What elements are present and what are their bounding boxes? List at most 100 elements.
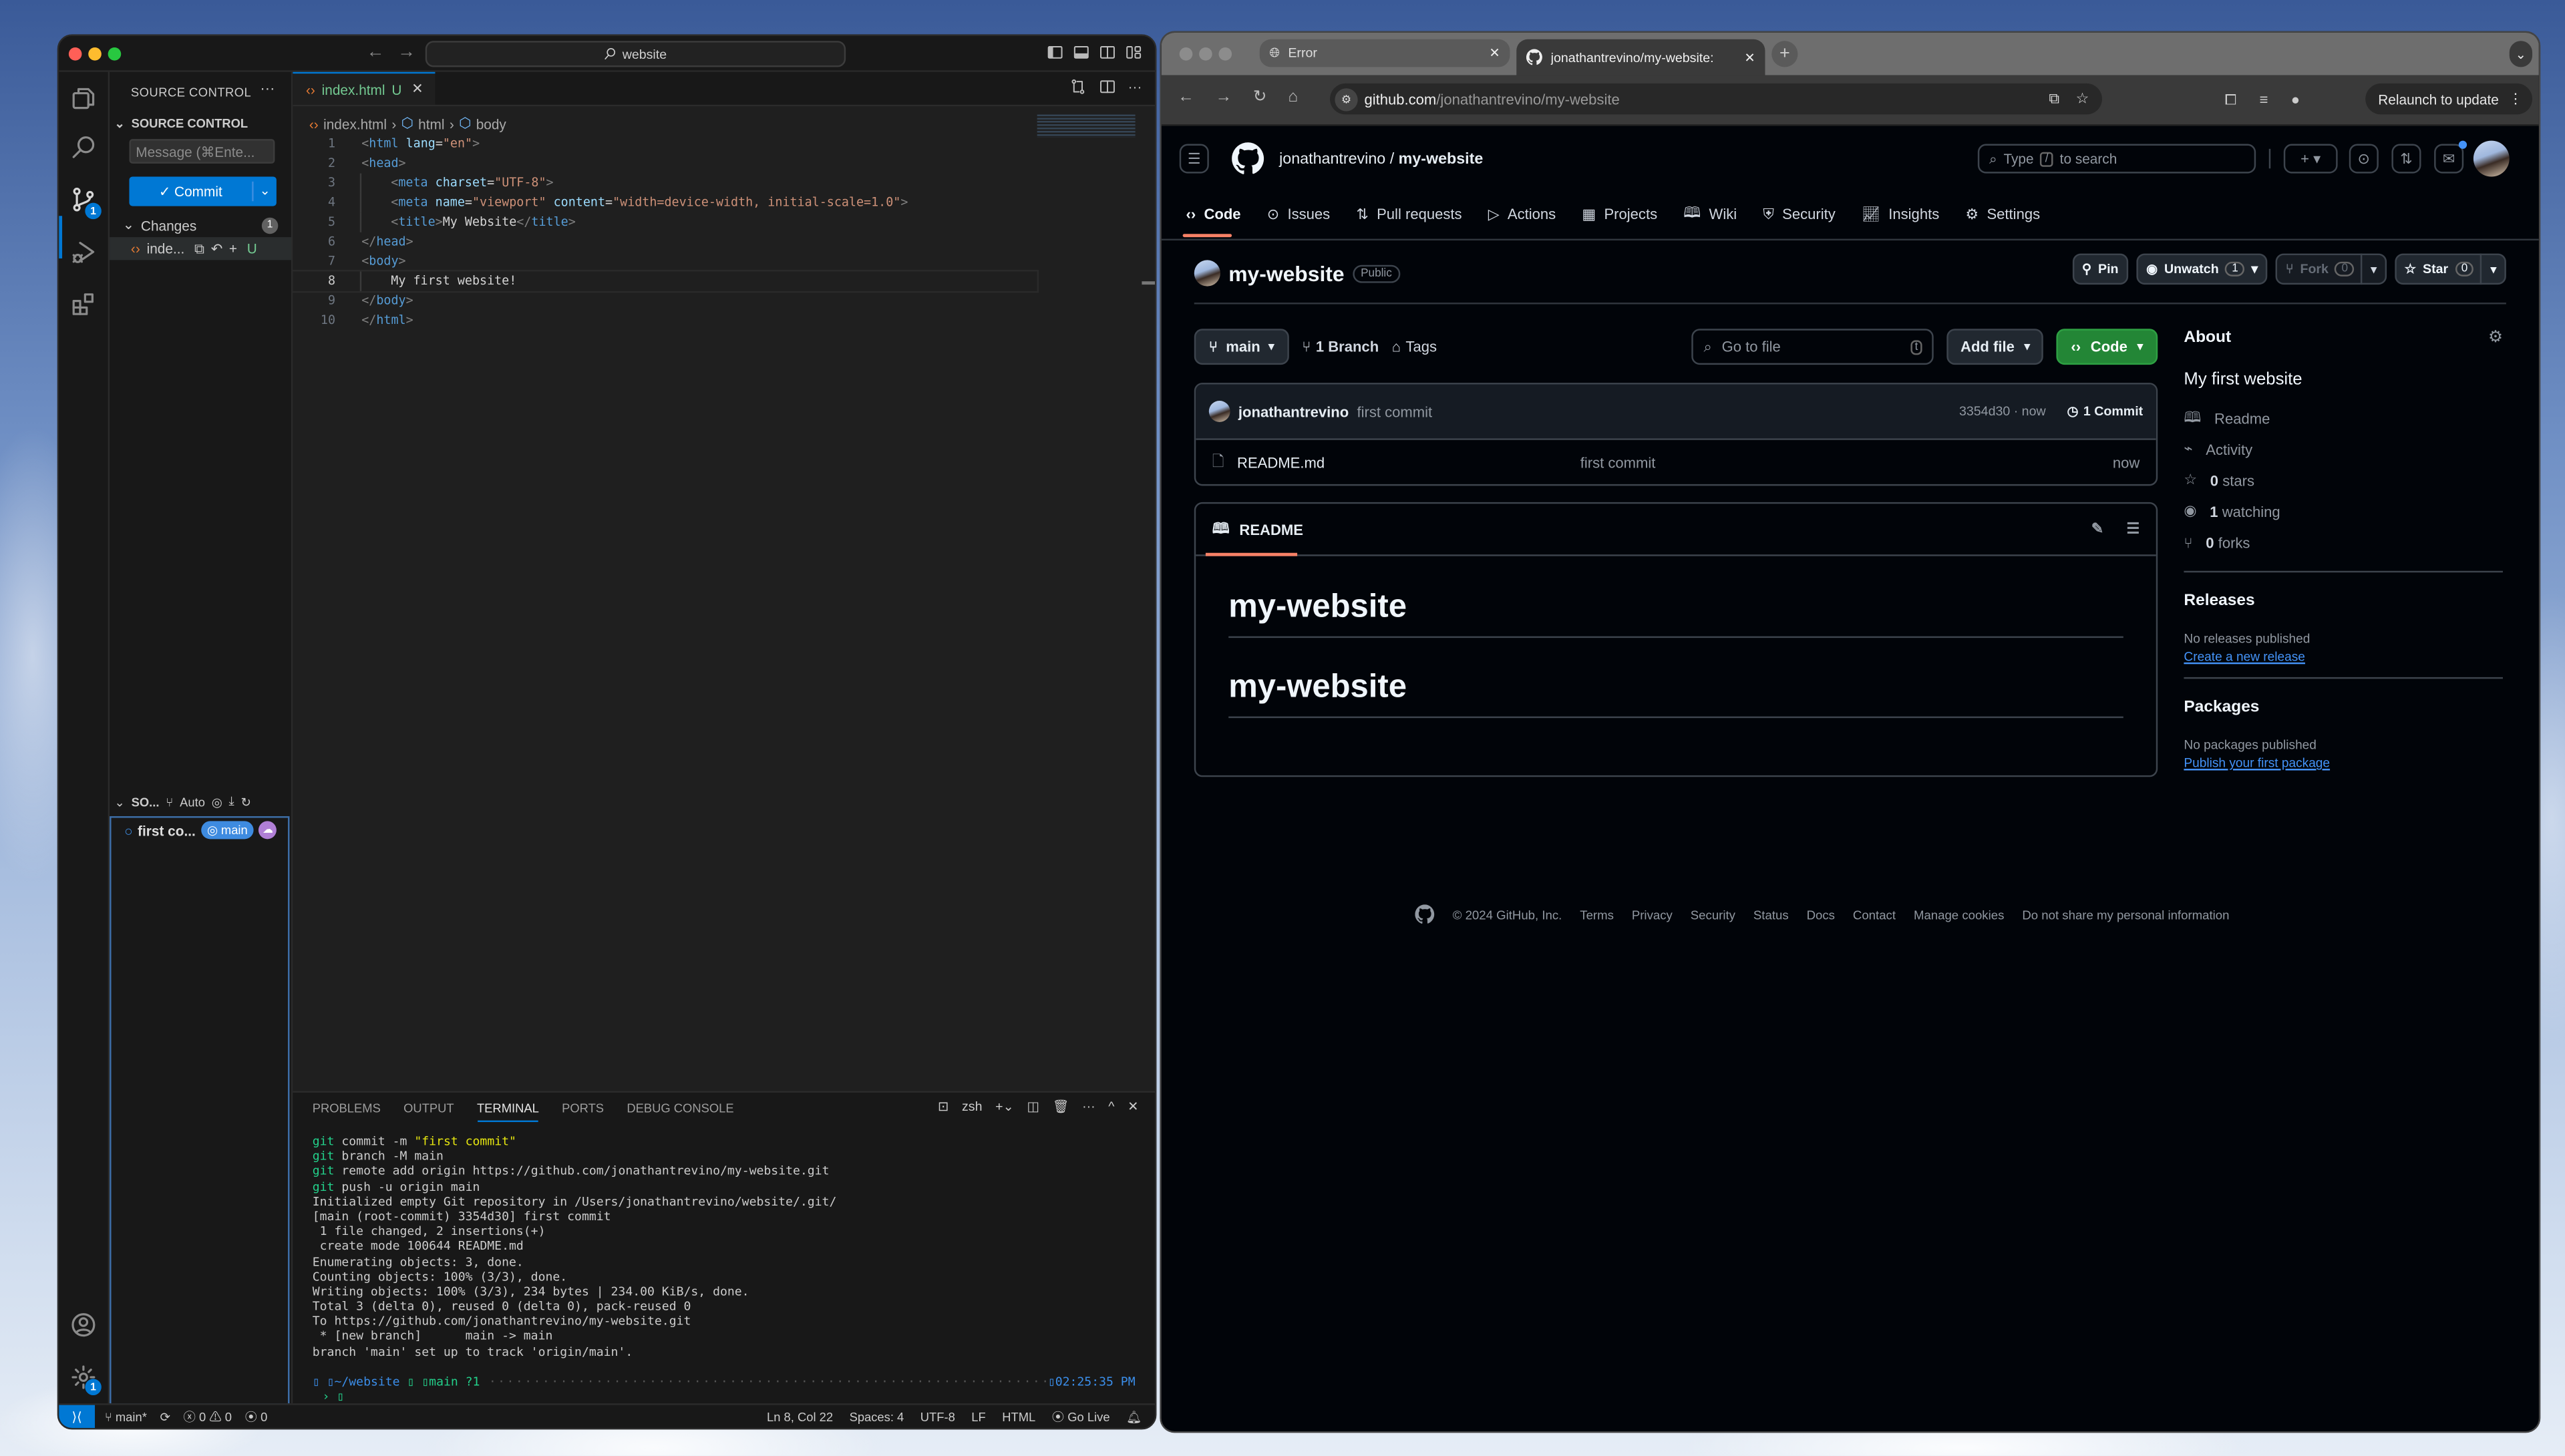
code-line[interactable]: 9 </body>: [293, 291, 1155, 311]
open-changes-icon[interactable]: [1069, 79, 1085, 95]
refresh-icon[interactable]: ↻: [241, 794, 251, 809]
panel-tab-debug-console[interactable]: DEBUG CONSOLE: [627, 1101, 733, 1122]
install-app-icon[interactable]: ⧉: [2049, 90, 2059, 108]
fork-dropdown-button[interactable]: ▾: [2361, 253, 2377, 285]
toggle-panel-icon[interactable]: [1073, 44, 1089, 60]
graph-mode[interactable]: Auto: [180, 794, 205, 809]
close-window-button[interactable]: [68, 47, 82, 61]
go-to-file-input[interactable]: ⌕ Go to file t: [1692, 329, 1934, 365]
branches-link[interactable]: ⑂ 1 Branch: [1302, 339, 1379, 355]
language-mode[interactable]: HTML: [1002, 1409, 1035, 1424]
editor-scrollbar[interactable]: [1142, 281, 1155, 285]
bell-icon[interactable]: 🔔︎: [1126, 1409, 1142, 1424]
repo-tab-issues[interactable]: ⊙ Issues: [1267, 201, 1330, 227]
forward-arrow-icon[interactable]: →: [1216, 88, 1232, 106]
terminal-shell[interactable]: zsh: [962, 1099, 982, 1114]
create-new-button[interactable]: + ▾: [2283, 144, 2338, 174]
about-item-Readme[interactable]: 🕮︎ Readme: [2184, 402, 2503, 433]
repo-tab-insights[interactable]: 📈︎ Insights: [1862, 201, 1939, 227]
code-line[interactable]: 6 </head>: [293, 232, 1155, 252]
publish-package-link[interactable]: Publish your first package: [2184, 755, 2503, 770]
minimize-window-button[interactable]: [1199, 47, 1212, 61]
status-problems[interactable]: ⓧ 0 ⚠ 0: [183, 1407, 232, 1425]
maximize-window-button[interactable]: [108, 47, 122, 61]
extensions-icon[interactable]: [70, 291, 96, 317]
reload-icon[interactable]: ↻: [1253, 88, 1267, 106]
address-bar[interactable]: ⚙ github.com/jonathantrevino/my-website …: [1330, 83, 2102, 115]
remote-indicator-icon[interactable]: ⟩⟨: [59, 1405, 96, 1428]
status-branch[interactable]: ⑂ main*: [105, 1409, 147, 1424]
new-tab-button[interactable]: +: [1771, 41, 1798, 67]
accounts-icon[interactable]: [70, 1312, 96, 1338]
status-ports[interactable]: ⦿ 0: [245, 1407, 268, 1425]
add-file-button[interactable]: Add file ▾: [1947, 329, 2043, 365]
panel-tab-output[interactable]: OUTPUT: [403, 1101, 454, 1122]
explorer-icon[interactable]: [70, 85, 96, 111]
stage-changes-icon[interactable]: +: [229, 240, 237, 256]
code-line[interactable]: 7 <body>: [293, 252, 1155, 271]
repo-tab-actions[interactable]: ▷ Actions: [1488, 201, 1556, 227]
tags-link[interactable]: ⌂ Tags: [1392, 339, 1437, 355]
commit-author[interactable]: jonathantrevino: [1238, 403, 1349, 419]
owner-link[interactable]: jonathantrevino: [1279, 150, 1385, 168]
user-avatar[interactable]: [2473, 140, 2510, 177]
changed-file-item[interactable]: ‹› inde... ⧉ ↶ + U: [110, 237, 291, 260]
back-arrow-icon[interactable]: ←: [367, 43, 385, 62]
maximize-panel-icon[interactable]: ^: [1108, 1099, 1114, 1114]
tab-search-button[interactable]: ⌄: [2509, 41, 2533, 67]
pull-requests-icon[interactable]: ⇅: [2391, 144, 2421, 174]
hamburger-menu-button[interactable]: ☰: [1179, 144, 1209, 174]
code-editor[interactable]: 1 <html lang="en"> 2 <head> 3 <meta charset="…: [291, 134, 1155, 331]
create-release-link[interactable]: Create a new release: [2184, 649, 2503, 664]
code-line[interactable]: 8 My first website!: [291, 270, 1039, 293]
footer-link-security[interactable]: Security: [1691, 907, 1735, 922]
maximize-window-button[interactable]: [1218, 47, 1232, 61]
repo-link[interactable]: my-website: [1399, 150, 1484, 168]
minimize-window-button[interactable]: [88, 47, 102, 61]
changes-group[interactable]: ⌄ Changes 1: [123, 216, 279, 234]
github-logo-icon[interactable]: [1232, 142, 1264, 175]
close-tab-icon[interactable]: ✕: [411, 80, 423, 98]
close-tab-icon[interactable]: ✕: [1744, 50, 1755, 65]
more-actions-icon[interactable]: ···: [1128, 79, 1142, 95]
commit-hash[interactable]: 3354d30 · now: [1959, 404, 2046, 419]
panel-tab-terminal[interactable]: TERMINAL: [476, 1101, 539, 1123]
repo-tab-security[interactable]: ⛨ Security: [1763, 201, 1835, 227]
media-controls-icon[interactable]: ≡: [2260, 92, 2268, 110]
commit-dropdown-button[interactable]: ⌄: [252, 181, 277, 202]
repo-tab-settings[interactable]: ⚙ Settings: [1965, 201, 2040, 227]
close-panel-icon[interactable]: ✕: [1128, 1099, 1138, 1114]
bookmark-star-icon[interactable]: ☆: [2076, 90, 2089, 108]
code-line[interactable]: 1 <html lang="en">: [293, 134, 1155, 154]
inbox-icon[interactable]: ✉: [2434, 144, 2464, 174]
about-item-watching[interactable]: ◉ 1 watching: [2184, 496, 2503, 527]
graph-commit-item[interactable]: ○ first co... ◎ main ☁: [124, 821, 277, 840]
footer-link-terms[interactable]: Terms: [1580, 907, 1614, 922]
toggle-sidebar-icon[interactable]: [1047, 44, 1063, 60]
customize-layout-icon[interactable]: [1126, 44, 1142, 60]
discard-changes-icon[interactable]: ↶: [211, 240, 222, 258]
code-line[interactable]: 5 <title>My Website</title>: [293, 212, 1155, 232]
fork-button[interactable]: ⑂ Fork 0 ▾: [2276, 253, 2387, 285]
command-center-search[interactable]: website: [425, 41, 846, 67]
forward-arrow-icon[interactable]: →: [397, 43, 415, 62]
settings-gear-icon[interactable]: ⚙: [2488, 329, 2503, 347]
repo-tab-projects[interactable]: ▦ Projects: [1582, 201, 1657, 227]
indentation[interactable]: Spaces: 4: [850, 1409, 904, 1424]
star-dropdown-button[interactable]: ▾: [2480, 253, 2496, 285]
file-name[interactable]: README.md: [1237, 454, 1325, 470]
close-window-button[interactable]: [1179, 47, 1193, 61]
footer-link-privacy[interactable]: Privacy: [1632, 907, 1673, 922]
commit-count-link[interactable]: ◷ 1 Commit: [2067, 404, 2143, 419]
branch-selector[interactable]: ⑂ main ▾: [1194, 329, 1289, 365]
code-line[interactable]: 3 <meta charset="UTF-8">: [293, 173, 1155, 193]
about-item-stars[interactable]: ☆ 0 stars: [2184, 465, 2503, 496]
code-line[interactable]: 4 <meta name="viewport" content="width=de…: [293, 192, 1155, 213]
code-line[interactable]: 2 <head>: [293, 154, 1155, 173]
star-button[interactable]: ☆ Star 0 ▾: [2394, 253, 2506, 285]
unwatch-button[interactable]: ◉ Unwatch 1 ▾: [2136, 253, 2268, 285]
readme-tab[interactable]: README: [1239, 521, 1303, 537]
footer-link-do-not-share-my-personal-information[interactable]: Do not share my personal information: [2022, 907, 2229, 922]
file-commit-message[interactable]: first commit: [1580, 454, 1656, 470]
about-item-Activity[interactable]: ⌁ Activity: [2184, 433, 2503, 465]
